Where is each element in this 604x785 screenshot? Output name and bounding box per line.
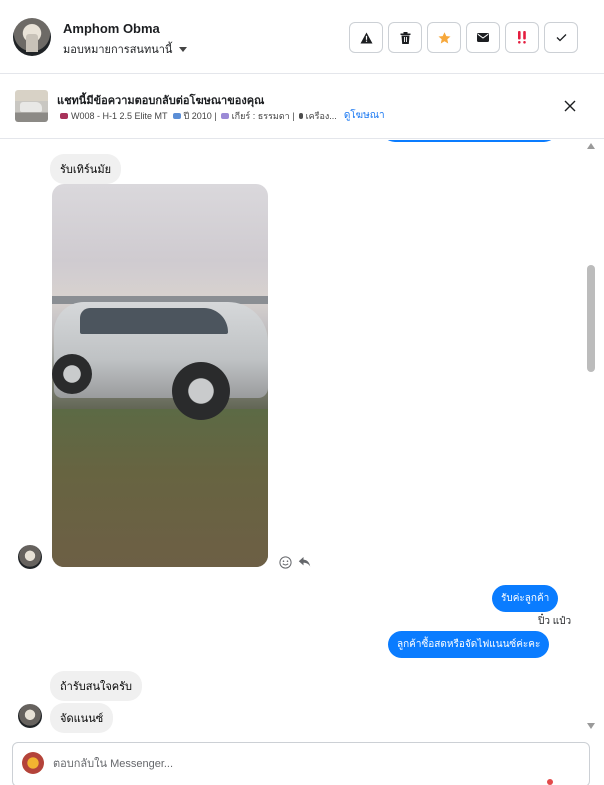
conversation-header: Amphom Obma มอบหมายการสนทนานี้ xyxy=(0,0,604,74)
gear-icon xyxy=(220,112,229,119)
chat-scrollbar[interactable] xyxy=(583,140,599,736)
ad-details: W008 - H-1 2.5 Elite MT ปี 2010 | เกียร์… xyxy=(57,108,385,123)
incoming-message-bubble: ถ้ารับสนใจครับ xyxy=(50,671,143,701)
scroll-thumb[interactable] xyxy=(587,265,595,372)
incoming-message-bubble: จัดแนนซ์ xyxy=(50,703,114,733)
mark-unread-button[interactable] xyxy=(466,22,500,53)
report-spam-button[interactable] xyxy=(349,22,383,53)
contact-name[interactable]: Amphom Obma xyxy=(63,21,160,36)
composer-emoji-icon[interactable] xyxy=(547,779,553,785)
ad-detail-model: W008 - H-1 2.5 Elite MT xyxy=(71,110,168,121)
conversation-actions xyxy=(349,22,578,53)
ad-reply-banner: แชทนี้มีข้อความตอบกลับต่อโฆษณาของคุณ W00… xyxy=(0,74,604,139)
message-text: ถ้ารับสนใจครับ xyxy=(60,681,133,693)
assign-conversation-label: มอบหมายการสนทนานี้ xyxy=(63,44,173,56)
outgoing-message-bubble: รับค่ะลูกค้า xyxy=(492,585,559,612)
photo-car-wheel xyxy=(52,354,92,394)
battery-icon xyxy=(298,112,303,119)
photo-grass xyxy=(52,409,268,567)
photo-car-window xyxy=(80,308,228,334)
message-thread[interactable]: รับเทิร์นมัย รับค่ะลูกค้า ปิ๋ว แป๋ว ลูกค… xyxy=(0,140,604,742)
reply-icon[interactable] xyxy=(298,556,311,568)
page-sender-name: ปิ๋ว แป๋ว xyxy=(538,616,572,627)
ad-detail-engine: เครือง... xyxy=(305,110,337,121)
page-avatar xyxy=(22,752,44,774)
message-photo[interactable] xyxy=(52,184,268,567)
scroll-down-arrow-icon[interactable] xyxy=(587,723,595,729)
follow-up-button[interactable] xyxy=(505,22,539,53)
mark-done-button[interactable] xyxy=(544,22,578,53)
view-ad-link[interactable]: ดูโฆษณา xyxy=(344,108,385,123)
incoming-message-bubble: รับเทิร์นมัย xyxy=(50,154,122,184)
scroll-up-arrow-icon[interactable] xyxy=(587,143,595,149)
message-tools xyxy=(279,556,311,569)
message-composer xyxy=(12,742,590,785)
message-text: รับค่ะลูกค้า xyxy=(501,593,550,604)
assign-conversation-dropdown[interactable]: มอบหมายการสนทนานี้ xyxy=(63,40,188,58)
ad-banner-title: แชทนี้มีข้อความตอบกลับต่อโฆษณาของคุณ xyxy=(57,95,265,107)
warning-icon xyxy=(360,32,372,43)
sender-avatar[interactable] xyxy=(18,704,42,728)
double-exclamation-icon xyxy=(518,31,526,44)
outgoing-message-bubble: ลูกค้าซื้อสดหรือจัดไฟแนนซ์ค่ะคะ xyxy=(388,631,550,658)
outgoing-message-bubble xyxy=(381,140,558,142)
photo-car-wheel xyxy=(172,362,230,420)
car-icon xyxy=(60,112,68,119)
message-text: ลูกค้าซื้อสดหรือจัดไฟแนนซ์ค่ะคะ xyxy=(397,639,541,650)
calendar-icon xyxy=(172,112,181,119)
star-icon xyxy=(438,31,450,43)
star-button[interactable] xyxy=(427,22,461,53)
caret-down-icon xyxy=(179,46,188,52)
delete-button[interactable] xyxy=(388,22,422,53)
message-text: จัดแนนซ์ xyxy=(60,713,104,725)
checkmark-icon xyxy=(556,34,566,42)
message-text: รับเทิร์นมัย xyxy=(60,164,112,176)
trash-icon xyxy=(400,31,410,44)
reply-input[interactable] xyxy=(53,755,573,773)
ad-detail-transmission: เกียร์ : ธรรมดา | xyxy=(231,110,295,121)
close-icon[interactable] xyxy=(562,98,578,114)
contact-avatar[interactable] xyxy=(13,18,51,56)
sender-avatar[interactable] xyxy=(18,545,42,569)
envelope-icon xyxy=(477,33,489,42)
emoji-reaction-icon[interactable] xyxy=(279,556,292,569)
ad-thumbnail[interactable] xyxy=(15,90,48,122)
ad-detail-year: ปี 2010 | xyxy=(183,110,217,121)
